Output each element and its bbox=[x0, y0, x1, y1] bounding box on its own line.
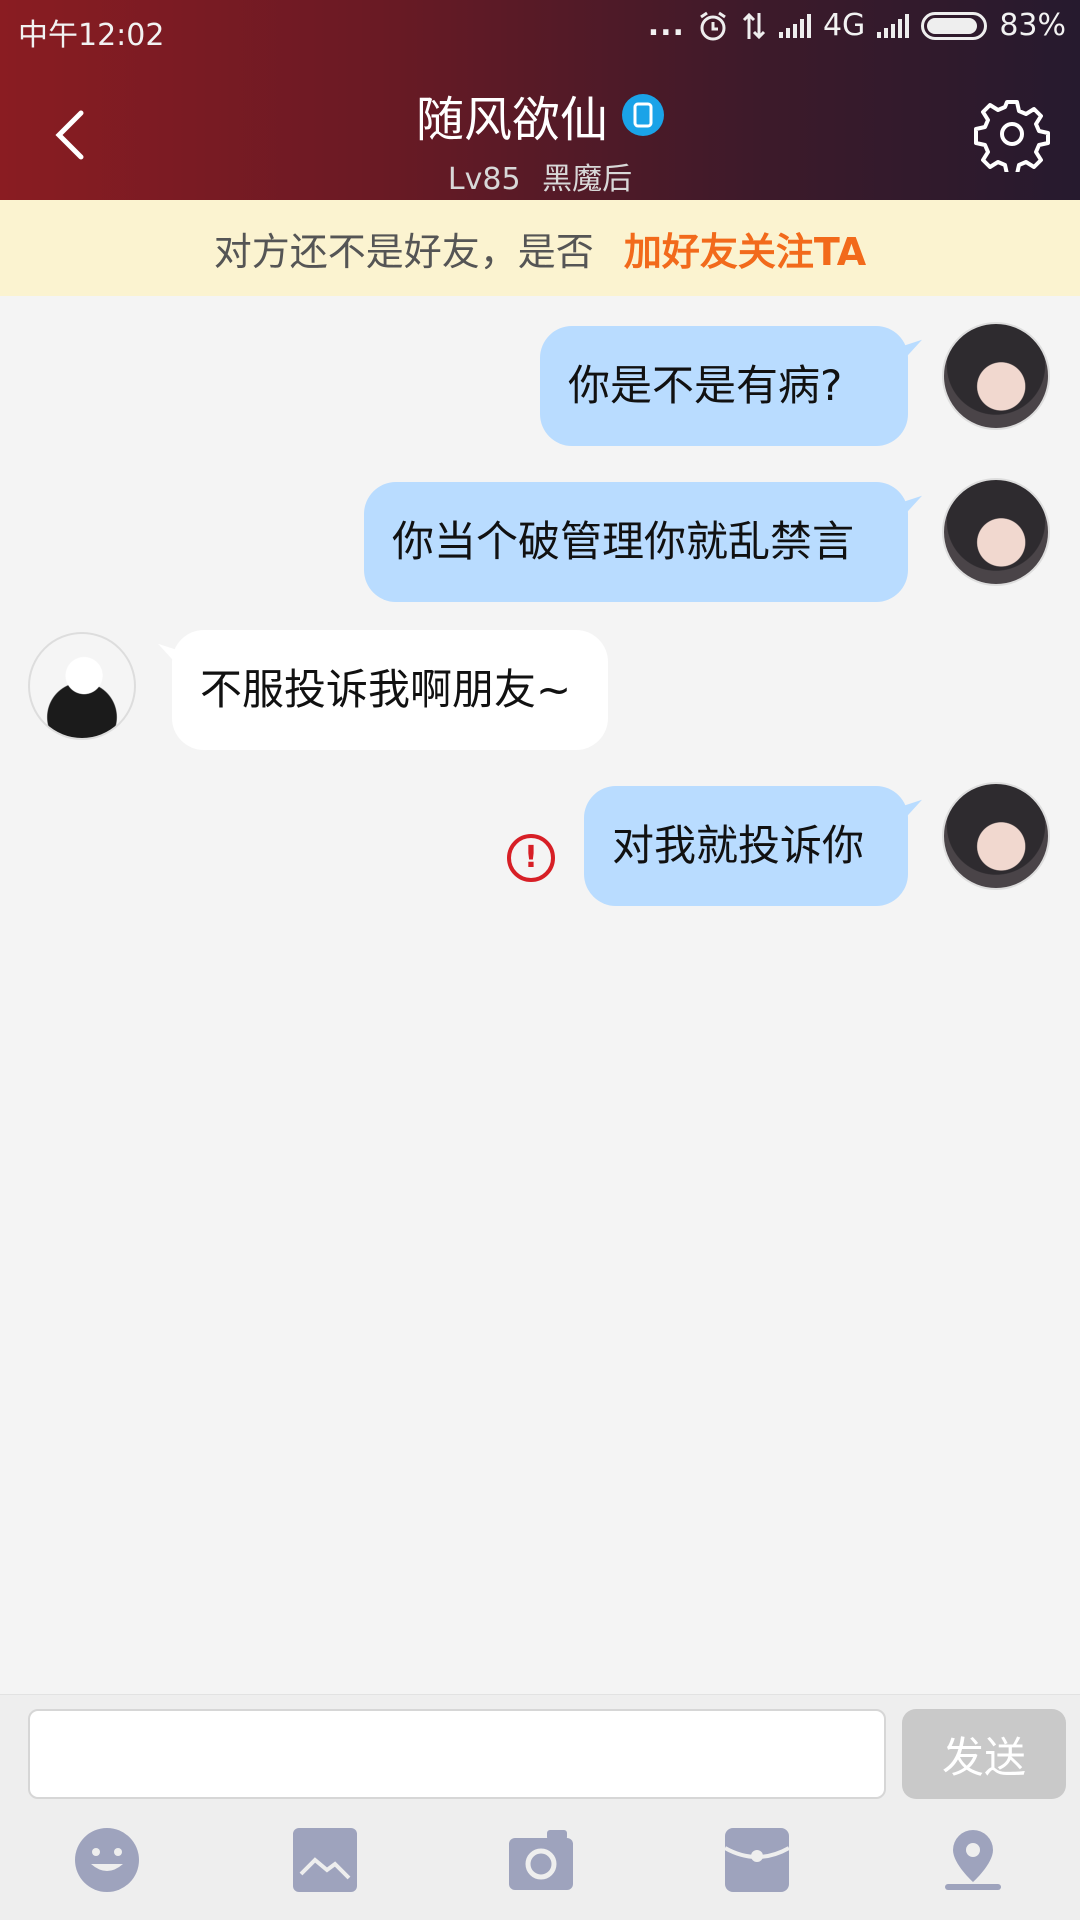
battery-icon bbox=[921, 11, 988, 40]
camera-button[interactable] bbox=[506, 1825, 576, 1895]
my-avatar[interactable] bbox=[942, 782, 1050, 890]
image-icon bbox=[293, 1828, 357, 1892]
user-rank: 黑魔后 bbox=[542, 162, 633, 197]
red-packet-icon bbox=[724, 1828, 790, 1892]
gear-icon bbox=[974, 100, 1050, 176]
status-icons: ... 4G 83% bbox=[648, 8, 1066, 43]
status-bar: 中午12:02 ... 4G 83% bbox=[0, 0, 1080, 56]
my-avatar[interactable] bbox=[942, 478, 1050, 586]
add-friend-link[interactable]: 加好友关注TA bbox=[624, 221, 866, 276]
data-transfer-icon bbox=[742, 12, 766, 39]
message-bubble-received[interactable]: 不服投诉我啊朋友~ bbox=[172, 630, 608, 750]
mobile-badge-icon bbox=[622, 94, 664, 136]
chat-header: 中午12:02 ... 4G 83% 随风欲仙 Lv85 黑魔后 bbox=[0, 0, 1080, 200]
message-bubble-sent[interactable]: 你当个破管理你就乱禁言 bbox=[364, 482, 908, 602]
banner-text: 对方还不是好友，是否 bbox=[213, 229, 594, 274]
chat-messages[interactable]: 你是不是有病? 你当个破管理你就乱禁言 不服投诉我啊朋友~ ! 对我就投诉你 bbox=[0, 296, 1080, 1694]
signal-icon-2 bbox=[877, 13, 910, 38]
image-button[interactable] bbox=[290, 1825, 360, 1895]
contact-avatar[interactable] bbox=[28, 632, 136, 740]
user-level-info: Lv85 黑魔后 bbox=[0, 154, 1080, 198]
input-toolbar bbox=[0, 1813, 1080, 1920]
user-level: Lv85 bbox=[447, 162, 521, 197]
alarm-icon bbox=[700, 11, 726, 40]
add-friend-banner: 对方还不是好友，是否 加好友关注TA bbox=[0, 200, 1080, 296]
emoji-icon bbox=[75, 1828, 139, 1892]
message-bubble-sent[interactable]: 你是不是有病? bbox=[540, 326, 908, 446]
my-avatar[interactable] bbox=[942, 322, 1050, 430]
page-title: 随风欲仙 bbox=[415, 92, 608, 148]
location-button[interactable] bbox=[938, 1825, 1008, 1895]
status-time: 中午12:02 bbox=[18, 18, 165, 53]
notification-dots: ... bbox=[647, 8, 685, 43]
camera-icon bbox=[509, 1830, 573, 1890]
message-input[interactable] bbox=[28, 1709, 886, 1799]
message-bubble-sent[interactable]: 对我就投诉你 bbox=[584, 786, 908, 906]
input-area: 发送 bbox=[0, 1694, 1080, 1920]
red-packet-button[interactable] bbox=[722, 1825, 792, 1895]
signal-icon bbox=[778, 13, 811, 38]
settings-button[interactable] bbox=[974, 96, 1050, 176]
send-failed-icon[interactable]: ! bbox=[507, 834, 555, 882]
battery-level: 83% bbox=[999, 8, 1066, 43]
network-type: 4G bbox=[822, 8, 866, 43]
emoji-button[interactable] bbox=[72, 1825, 142, 1895]
send-button[interactable]: 发送 bbox=[902, 1709, 1066, 1799]
location-icon bbox=[945, 1830, 1001, 1890]
header-title-area: 随风欲仙 Lv85 黑魔后 bbox=[0, 80, 1080, 198]
